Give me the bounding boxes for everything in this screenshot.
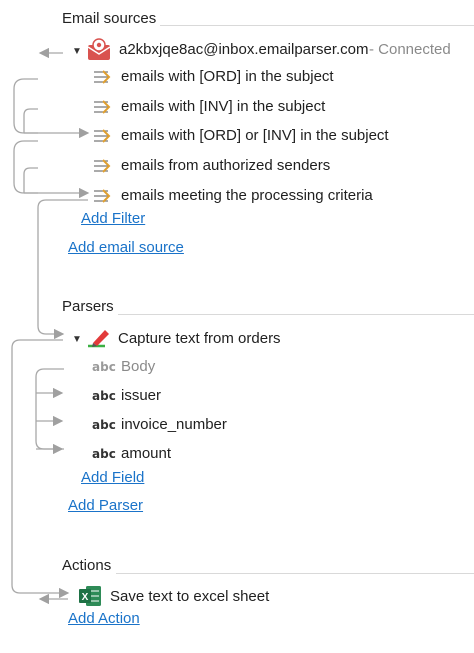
section-divider [118, 314, 474, 315]
field-label: invoice_number [121, 416, 227, 433]
field-label: Body [121, 358, 156, 375]
excel-icon-letter: X [82, 592, 89, 603]
section-divider [160, 25, 474, 26]
section-title-actions: Actions [62, 557, 112, 574]
section-title-email-sources: Email sources [62, 10, 157, 27]
email-source-row[interactable]: ▼ a2kbxjqe8ac@inbox.emailparser.com - Co… [72, 38, 472, 62]
section-divider [116, 573, 474, 574]
filter-icon [93, 128, 111, 149]
text-field-icon: abc [92, 447, 116, 461]
email-source-address[interactable]: a2kbxjqe8ac@inbox.emailparser.com [119, 41, 369, 58]
field-label: amount [121, 445, 172, 462]
filter-label: emails with [ORD] in the subject [121, 68, 334, 85]
action-label[interactable]: Save text to excel sheet [110, 588, 269, 605]
text-field-icon: abc [92, 418, 116, 432]
add-email-source-link[interactable]: Add email source [68, 239, 184, 256]
filter-icon [93, 99, 111, 120]
collapse-toggle-icon[interactable]: ▼ [72, 47, 82, 57]
add-action-link[interactable]: Add Action [68, 610, 140, 627]
add-field-link[interactable]: Add Field [81, 469, 144, 486]
parser-label[interactable]: Capture text from orders [118, 330, 281, 347]
section-title-parsers: Parsers [62, 298, 114, 315]
highlighter-icon [85, 326, 111, 355]
parser-row[interactable]: ▼ Capture text from orders [72, 326, 372, 350]
filter-label: emails meeting the processing criteria [121, 187, 373, 204]
filter-icon [93, 69, 111, 90]
field-label: issuer [121, 387, 162, 404]
connection-status: - Connected [369, 41, 451, 58]
collapse-toggle-icon[interactable]: ▼ [72, 335, 82, 345]
filter-label: emails with [ORD] or [INV] in the subjec… [121, 127, 389, 144]
filter-label: emails from authorized senders [121, 157, 331, 174]
action-row[interactable]: X Save text to excel sheet [78, 584, 338, 608]
excel-icon: X [78, 584, 102, 613]
filter-label: emails with [INV] in the subject [121, 98, 326, 115]
filter-icon [93, 188, 111, 209]
envelope-icon [86, 38, 112, 67]
text-field-icon: abc [92, 389, 116, 403]
add-parser-link[interactable]: Add Parser [68, 497, 143, 514]
add-filter-link[interactable]: Add Filter [81, 210, 145, 227]
filter-icon [93, 158, 111, 179]
text-field-icon: abc [92, 360, 116, 374]
